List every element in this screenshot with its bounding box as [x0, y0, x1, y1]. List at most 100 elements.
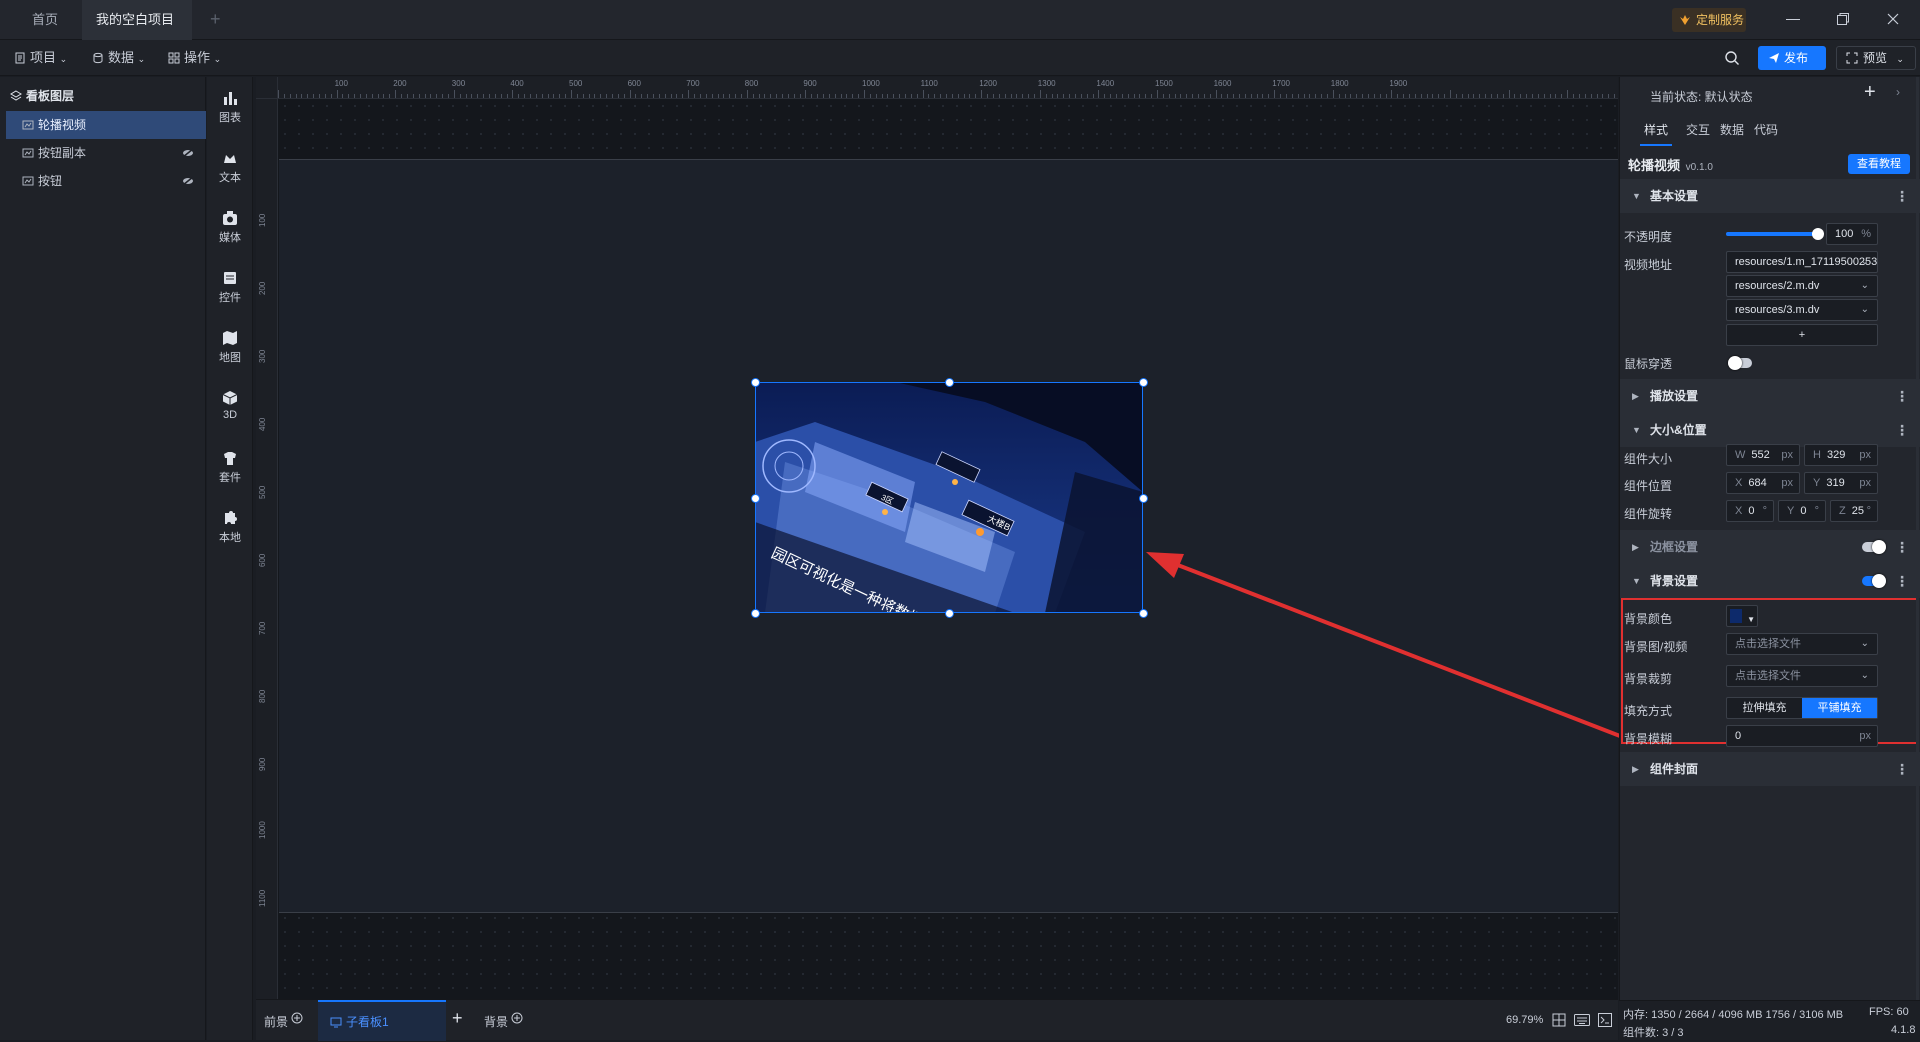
tool-widget[interactable]: 控件 [207, 269, 253, 305]
keyboard-icon[interactable] [1574, 1014, 1590, 1026]
more-icon[interactable]: ⋮ [1895, 530, 1909, 564]
status-bar: 内存: 1350 / 2664 / 4096 MB 1756 / 3106 MB… [1619, 1000, 1920, 1040]
tool-suite[interactable]: 套件 [207, 449, 253, 485]
layer-item-carousel-video[interactable]: 轮播视频 [6, 111, 206, 139]
custom-service-button[interactable]: 定制服务 [1672, 8, 1746, 32]
section-basic[interactable]: ▼ 基本设置 ⋮ [1620, 179, 1920, 213]
more-icon[interactable]: ⋮ [1895, 564, 1909, 598]
add-tab-icon[interactable]: + [210, 10, 228, 28]
border-toggle[interactable] [1862, 540, 1886, 554]
menu-operate[interactable]: 操作 ⌄ [168, 40, 221, 76]
layer-item-button[interactable]: 按钮 [6, 167, 206, 195]
tab-code[interactable]: 代码 [1750, 121, 1782, 138]
tool-3d[interactable]: 3D [207, 389, 253, 421]
layer-item-button-copy[interactable]: 按钮副本 [6, 139, 206, 167]
section-background[interactable]: ▼ 背景设置 ⋮ [1620, 564, 1920, 598]
carousel-video-component[interactable]: 园区可视化是一种将数据和信息以可视 大楼B 3区 [755, 382, 1143, 613]
ruler-tick [735, 94, 737, 98]
tab-project[interactable]: 我的空白项目 [82, 0, 192, 65]
bg-crop-select[interactable]: 点击选择文件 ⌄ [1726, 665, 1878, 687]
resize-handle[interactable] [1139, 493, 1148, 503]
tab-style[interactable]: 样式 [1640, 121, 1672, 146]
tab-interaction[interactable]: 交互 [1682, 121, 1714, 138]
rotate-z-input[interactable]: Z 25 ° [1830, 500, 1878, 522]
background-tab[interactable]: 背景 [484, 1012, 523, 1030]
add-state-icon[interactable]: + [1864, 81, 1876, 104]
ruler-tick [1162, 94, 1164, 98]
subboard-tab[interactable]: 子看板1 [318, 1000, 446, 1041]
unit-label: ° [1866, 505, 1871, 517]
fill-mode-segment: 拉伸填充 平铺填充 [1726, 697, 1878, 719]
ruler-tick [1379, 94, 1381, 98]
tab-home[interactable]: 首页 [18, 0, 72, 40]
preview-button[interactable]: 预览 ⌄ [1836, 46, 1916, 70]
section-size-position[interactable]: ▼ 大小&位置 ⋮ [1620, 413, 1920, 447]
tab-data[interactable]: 数据 [1716, 121, 1748, 138]
add-circle-icon[interactable] [291, 1012, 303, 1024]
tool-text[interactable]: 文本 [207, 149, 253, 185]
ruler-tick [289, 94, 291, 98]
opacity-slider[interactable] [1726, 228, 1824, 240]
close-icon[interactable] [1886, 12, 1900, 26]
publish-button[interactable]: 发布 [1758, 46, 1826, 70]
rotate-x-input[interactable]: X 0 ° [1726, 500, 1774, 522]
height-input[interactable]: H 329 px [1804, 444, 1878, 466]
fill-tile-button[interactable]: 平铺填充 [1802, 698, 1877, 718]
video-url-select-1[interactable]: resources/1.m_1711950025320 ⌄ [1726, 251, 1878, 273]
more-icon[interactable]: ⋮ [1895, 379, 1909, 413]
section-playback[interactable]: ▶ 播放设置 ⋮ [1620, 379, 1920, 413]
more-icon[interactable]: ⋮ [1895, 752, 1909, 786]
terminal-icon[interactable] [1598, 1013, 1612, 1027]
bg-image-select[interactable]: 点击选择文件 ⌄ [1726, 633, 1878, 655]
add-circle-icon[interactable] [511, 1012, 523, 1024]
minimize-icon[interactable] [1786, 12, 1800, 26]
rotate-y-input[interactable]: Y 0 ° [1778, 500, 1826, 522]
resize-handle[interactable] [751, 378, 760, 387]
tool-local[interactable]: 本地 [207, 509, 253, 545]
y-input[interactable]: Y 319 px [1804, 472, 1878, 494]
unit-label: px [1859, 730, 1871, 742]
text-icon [224, 155, 236, 163]
more-icon[interactable]: ⋮ [1895, 413, 1909, 447]
scrollbar[interactable] [1916, 77, 1919, 1000]
resize-handle[interactable] [751, 609, 760, 618]
menu-project[interactable]: 项目 ⌄ [14, 40, 67, 76]
resize-handle[interactable] [945, 609, 954, 618]
add-board-icon[interactable]: + [452, 1008, 463, 1029]
video-url-select-2[interactable]: resources/2.m.dv ⌄ [1726, 275, 1878, 297]
database-icon [93, 52, 103, 64]
menu-data[interactable]: 数据 ⌄ [92, 40, 145, 76]
x-input[interactable]: X 684 px [1726, 472, 1800, 494]
add-video-button[interactable]: + [1726, 324, 1878, 346]
chevron-right-icon[interactable]: › [1896, 85, 1900, 99]
eye-hidden-icon[interactable] [182, 176, 194, 186]
mouse-through-toggle[interactable] [1728, 356, 1752, 370]
search-icon[interactable] [1724, 50, 1740, 66]
section-cover[interactable]: ▶ 组件封面 ⋮ [1620, 752, 1920, 786]
fit-screen-icon[interactable] [1552, 1013, 1566, 1027]
video-url-select-3[interactable]: resources/3.m.dv ⌄ [1726, 299, 1878, 321]
section-border[interactable]: ▶ 边框设置 ⋮ [1620, 530, 1920, 564]
foreground-tab[interactable]: 前景 [264, 1012, 303, 1030]
zoom-level[interactable]: 69.79% [1506, 1014, 1543, 1026]
restore-icon[interactable] [1836, 12, 1850, 26]
ruler-tick [887, 94, 889, 98]
opacity-input[interactable]: 100% [1826, 223, 1878, 245]
resize-handle[interactable] [945, 378, 954, 387]
resize-handle[interactable] [1139, 378, 1148, 387]
fill-stretch-button[interactable]: 拉伸填充 [1727, 698, 1802, 718]
tool-media[interactable]: 媒体 [207, 209, 253, 245]
bg-color-picker[interactable]: ▼ [1726, 605, 1758, 627]
tool-chart[interactable]: 图表 [207, 89, 253, 125]
rotate-z-prefix: Z [1839, 505, 1846, 517]
rotate-x-value: 0 [1748, 505, 1755, 517]
resize-handle[interactable] [751, 493, 760, 503]
background-toggle[interactable] [1862, 574, 1886, 588]
eye-hidden-icon[interactable] [182, 148, 194, 158]
tutorial-button[interactable]: 查看教程 [1848, 154, 1910, 174]
tool-map[interactable]: 地图 [207, 329, 253, 365]
opacity-slider-knob[interactable] [1812, 228, 1824, 240]
bg-blur-input[interactable]: 0 px [1726, 725, 1878, 747]
width-input[interactable]: W 552 px [1726, 444, 1800, 466]
more-icon[interactable]: ⋮ [1895, 179, 1909, 213]
